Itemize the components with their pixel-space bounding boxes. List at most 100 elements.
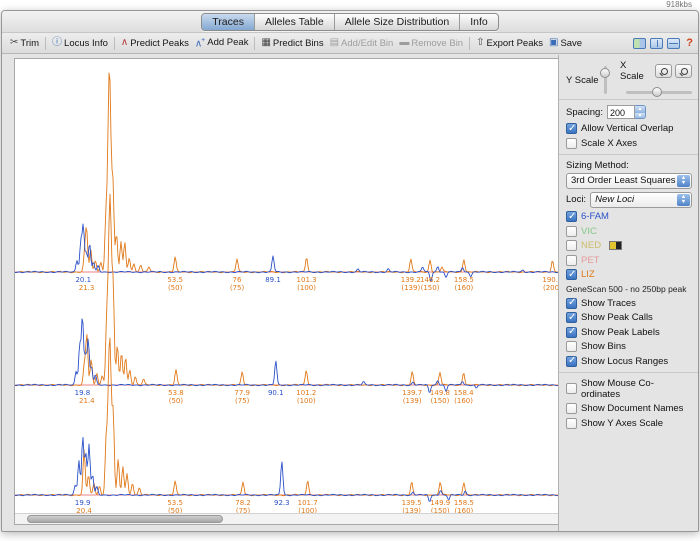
svg-text:(160): (160) — [454, 284, 473, 292]
x-scale-slider-knob[interactable] — [652, 87, 662, 97]
svg-text:(150): (150) — [431, 397, 450, 405]
svg-text:19.9: 19.9 — [75, 499, 91, 507]
view-tab-bar: Traces Alleles Table Allele Size Distrib… — [2, 11, 698, 33]
show-locus-ranges-checkbox[interactable] — [566, 356, 577, 367]
add-peak-button[interactable]: ∧+ Add Peak — [192, 35, 252, 50]
spacing-value[interactable]: 200 — [607, 105, 635, 119]
save-button[interactable]: ▣ Save — [546, 37, 585, 50]
add-peak-label: Add Peak — [207, 37, 248, 48]
svg-text:101.3: 101.3 — [297, 276, 317, 284]
svg-text:(75): (75) — [235, 397, 250, 405]
help-button[interactable]: ? — [686, 38, 693, 49]
svg-text:89.1: 89.1 — [265, 276, 281, 284]
svg-text:139.2: 139.2 — [401, 276, 421, 284]
svg-text:(150): (150) — [421, 284, 440, 292]
show-bins-checkbox[interactable] — [566, 341, 577, 352]
svg-text:190.7: 190.7 — [542, 276, 559, 284]
connection-status-bar: 918kbs — [0, 0, 700, 10]
dye-row-liz: LIZ — [566, 269, 692, 280]
x-scale-slider[interactable] — [626, 91, 692, 94]
spacing-stepper[interactable]: 200 ▲▼ — [607, 105, 646, 119]
tab-allele-size-distribution[interactable]: Allele Size Distribution — [335, 14, 460, 30]
size-standard-note: GeneScan 500 - no 250bp peak — [566, 284, 692, 294]
show-document-names-row: Show Document Names — [566, 403, 692, 414]
svg-text:53.8: 53.8 — [168, 389, 184, 397]
scrollbar-thumb[interactable] — [27, 515, 223, 523]
dropdown-arrows-icon: ▲▼ — [677, 194, 690, 206]
svg-text:77.9: 77.9 — [234, 389, 250, 397]
svg-text:(50): (50) — [168, 284, 183, 292]
show-y-axes-scale-checkbox[interactable] — [566, 418, 577, 429]
sidebar-divider — [559, 372, 698, 373]
toolbar-separator — [469, 37, 470, 50]
toolbar-separator — [254, 37, 255, 50]
dye-row-6fam: 6-FAM — [566, 211, 692, 222]
add-edit-bin-button[interactable]: ▤ Add/Edit Bin — [327, 37, 397, 50]
svg-text:90.1: 90.1 — [268, 389, 284, 397]
tile-horizontal-icon[interactable] — [667, 38, 680, 49]
bin-color-swatch-icon — [609, 241, 622, 250]
tab-info[interactable]: Info — [460, 14, 498, 30]
dye-6fam-checkbox[interactable] — [566, 211, 577, 222]
svg-text:(50): (50) — [169, 397, 184, 405]
tile-vertical-icon[interactable] — [650, 38, 663, 49]
svg-text:(200): (200) — [543, 284, 559, 292]
allow-vertical-overlap-checkbox[interactable] — [566, 123, 577, 134]
tab-traces[interactable]: Traces — [202, 14, 255, 30]
horizontal-scrollbar[interactable] — [15, 513, 559, 524]
tile-mixed-icon[interactable] — [633, 38, 646, 49]
dye-vic-checkbox[interactable] — [566, 226, 577, 237]
trim-icon: ✂ — [10, 38, 18, 48]
dye-pet-checkbox[interactable] — [566, 255, 577, 266]
show-peak-calls-checkbox[interactable] — [566, 312, 577, 323]
loci-dropdown[interactable]: New Loci ▲▼ — [590, 192, 692, 208]
svg-text:(139): (139) — [403, 397, 422, 405]
x-scale-label: X Scale — [620, 60, 650, 82]
dye-liz-checkbox[interactable] — [566, 269, 577, 280]
zoom-in-button[interactable] — [675, 64, 692, 78]
toolbar-separator — [114, 37, 115, 50]
predict-bins-button[interactable]: ▦ Predict Bins — [258, 37, 326, 50]
show-document-names-checkbox[interactable] — [566, 403, 577, 414]
trim-button[interactable]: ✂ Trim — [7, 37, 42, 50]
trim-label: Trim — [20, 38, 39, 49]
traces-svg[interactable]: 20.121.353.5(50)76(75)89.1101.3(100)139.… — [15, 59, 559, 514]
show-peak-labels-checkbox[interactable] — [566, 327, 577, 338]
export-peaks-icon: ⇧ — [476, 38, 484, 48]
dye-pet-label: PET — [581, 255, 599, 266]
dye-liz-label: LIZ — [581, 269, 595, 280]
svg-text:(139): (139) — [401, 284, 420, 292]
svg-text:21.3: 21.3 — [79, 284, 95, 292]
sizing-method-value: 3rd Order Least Squares — [571, 175, 676, 186]
tab-alleles-table[interactable]: Alleles Table — [255, 14, 335, 30]
locus-info-button[interactable]: ⓘ Locus Info — [49, 37, 111, 50]
control-sidebar: Y Scale X Scale Spacing: 200 ▲▼ — [558, 55, 698, 531]
add-edit-bin-label: Add/Edit Bin — [341, 38, 393, 49]
show-document-names-label: Show Document Names — [581, 403, 683, 414]
remove-bin-button[interactable]: ▬ Remove Bin — [396, 37, 466, 50]
show-mouse-coordinates-checkbox[interactable] — [566, 383, 577, 394]
export-peaks-button[interactable]: ⇧ Export Peaks — [473, 37, 546, 50]
svg-text:53.5: 53.5 — [167, 499, 183, 507]
svg-text:101.7: 101.7 — [298, 499, 318, 507]
show-traces-checkbox[interactable] — [566, 298, 577, 309]
trace-plot-area[interactable]: 20.121.353.5(50)76(75)89.1101.3(100)139.… — [14, 58, 560, 525]
y-scale-slider-knob[interactable] — [600, 68, 610, 78]
toolbar-separator — [45, 37, 46, 50]
dye-row-ned: NED — [566, 240, 692, 251]
sidebar-divider — [559, 99, 698, 100]
zoom-out-button[interactable] — [655, 64, 672, 78]
loci-value: New Loci — [595, 194, 634, 205]
y-scale-slider[interactable] — [604, 66, 607, 94]
locus-info-label: Locus Info — [64, 38, 108, 49]
scale-x-axes-checkbox[interactable] — [566, 138, 577, 149]
predict-peaks-button[interactable]: ∧ Predict Peaks — [118, 37, 192, 50]
svg-text:149.9: 149.9 — [430, 499, 450, 507]
show-traces-row: Show Traces — [566, 298, 692, 309]
svg-text:158.4: 158.4 — [454, 389, 475, 397]
dye-ned-checkbox[interactable] — [566, 240, 577, 251]
svg-text:(100): (100) — [297, 284, 316, 292]
spacing-arrows[interactable]: ▲▼ — [635, 105, 646, 119]
sizing-method-dropdown[interactable]: 3rd Order Least Squares ▲▼ — [566, 173, 692, 189]
main-content: 20.121.353.5(50)76(75)89.1101.3(100)139.… — [2, 55, 698, 531]
